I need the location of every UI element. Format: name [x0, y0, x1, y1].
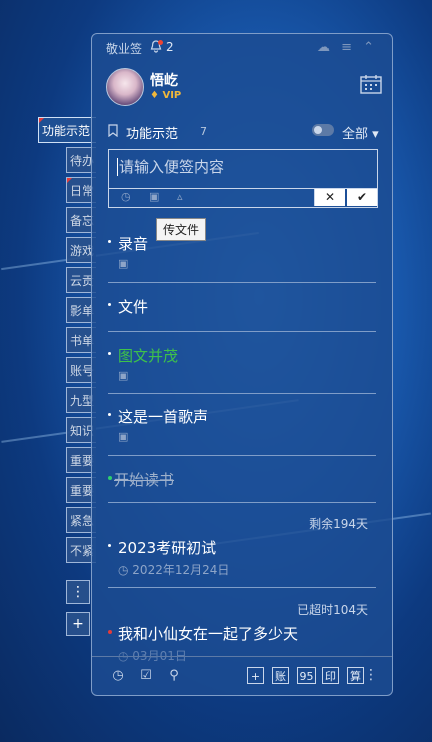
collapse-chevron-icon[interactable]: ⌃: [363, 40, 374, 55]
vip-badge: ♦ VIP: [150, 90, 182, 101]
category-count: 7: [200, 125, 207, 138]
side-add-button[interactable]: +: [66, 612, 90, 636]
confirm-button[interactable]: ✔: [347, 189, 377, 206]
item-date: ◷ 2022年12月24日: [118, 563, 230, 577]
view-toggle[interactable]: [312, 124, 334, 136]
filter-dropdown[interactable]: 全部 ▾: [342, 123, 379, 142]
divider: [108, 331, 376, 332]
cancel-button[interactable]: ✕: [314, 189, 345, 206]
notify-count: 2: [166, 40, 174, 54]
item-text: 2023考研初试: [118, 539, 217, 557]
checklist-icon[interactable]: ☑: [138, 668, 154, 684]
bottom-toolbar: ◷ ☑ ⚲ + 账 95 印 算 ⋮: [92, 656, 392, 695]
history-icon[interactable]: ◷: [110, 668, 126, 684]
side-tab-gongneng[interactable]: 功能示范: [38, 117, 96, 143]
user-name: 悟屹: [150, 73, 178, 89]
remaining-days: 剩余194天: [309, 517, 368, 531]
overdue-days: 已超时104天: [297, 603, 368, 617]
item-text: 我和小仙女在一起了多少天: [118, 625, 299, 643]
text-caret: [117, 158, 118, 176]
bullet: [108, 303, 111, 306]
divider: [108, 502, 376, 503]
highlight-icon[interactable]: ▵: [177, 190, 183, 203]
note-input-placeholder: 请输入便签内容: [119, 158, 225, 176]
item-text: 这是一首歌声: [118, 408, 209, 426]
app-title: 敬业签: [106, 42, 143, 56]
category-name: 功能示范: [126, 127, 179, 142]
divider: [108, 282, 376, 283]
vip-label: VIP: [162, 90, 182, 101]
avatar[interactable]: [106, 68, 144, 106]
bullet: [108, 240, 111, 243]
menu-icon[interactable]: ≡: [341, 40, 352, 55]
cloud-icon[interactable]: ☁: [317, 40, 330, 55]
attachment-icon[interactable]: ▣: [118, 257, 128, 270]
divider: [108, 587, 376, 588]
bell-dot: [158, 40, 163, 45]
toggle-knob: [314, 126, 322, 134]
calc-button[interactable]: 算: [347, 667, 364, 684]
red-marker: [67, 178, 72, 183]
clock-icon[interactable]: ◷: [121, 190, 131, 203]
done-dot: [108, 476, 112, 480]
attach-file-icon[interactable]: ▣: [149, 190, 159, 203]
attachment-icon[interactable]: ▣: [118, 369, 128, 382]
category-row: 功能示范 7 全部 ▾: [108, 122, 382, 142]
bullet: [108, 544, 111, 547]
side-tab-label: 功能示范: [42, 124, 91, 138]
bookmark-icon: [108, 124, 118, 137]
item-text: 图文并茂: [118, 347, 179, 365]
item-text: 录音: [118, 235, 149, 253]
note-input-box[interactable]: 请输入便签内容 ◷ ▣ ▵ ✕ ✔: [108, 149, 378, 208]
search-icon[interactable]: ⚲: [166, 668, 182, 684]
filter-label: 全部: [342, 127, 369, 142]
side-more-button[interactable]: ⋮: [66, 580, 90, 604]
item-text: 文件: [118, 298, 149, 316]
bell-icon[interactable]: [150, 40, 163, 56]
more-icon[interactable]: ⋮: [364, 667, 378, 683]
bullet: [108, 352, 111, 355]
divider: [108, 455, 376, 456]
item-date-text: 2022年12月24日: [132, 563, 230, 577]
calendar-icon[interactable]: [360, 74, 382, 94]
tooltip-upload-file: 传文件: [156, 218, 207, 241]
attachment-icon[interactable]: ▣: [118, 430, 128, 443]
divider: [108, 393, 376, 394]
notes-panel: 敬业签 2 ☁ ≡ ⌃ 悟屹 ♦ VIP 功能示范 7 全部 ▾ 请输入便签内容: [91, 33, 393, 696]
counter-95-button[interactable]: 95: [297, 667, 316, 684]
print-button[interactable]: 印: [322, 667, 339, 684]
add-button[interactable]: +: [247, 667, 264, 684]
bullet: [108, 413, 111, 416]
ledger-button[interactable]: 账: [272, 667, 289, 684]
input-toolbar: ◷ ▣ ▵ ✕ ✔: [109, 188, 377, 207]
item-text: 开始读书: [114, 471, 175, 489]
red-dot: [108, 630, 112, 634]
profile-area: 悟屹 ♦ VIP: [106, 68, 382, 108]
top-bar: 敬业签 2 ☁ ≡ ⌃: [106, 38, 382, 58]
red-marker: [39, 118, 44, 123]
